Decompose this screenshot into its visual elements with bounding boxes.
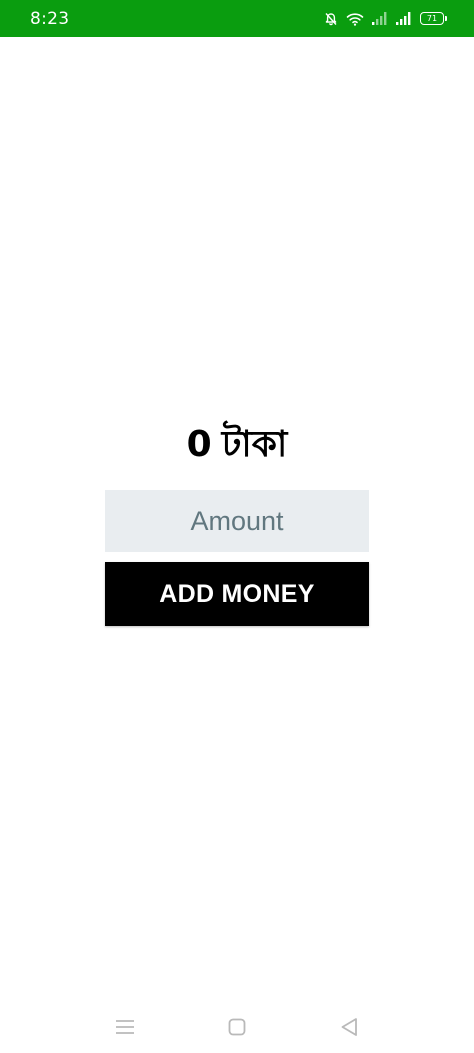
wifi-icon <box>346 12 364 26</box>
balance-currency: টাকা <box>221 424 288 465</box>
status-icons: 71 <box>324 12 447 26</box>
battery-icon: 71 <box>420 12 447 25</box>
back-triangle-icon[interactable] <box>338 1016 360 1038</box>
amount-input[interactable] <box>105 490 369 552</box>
signal-1-icon <box>372 12 388 25</box>
screen: 8:23 71 0 টাকা Amount ADD MONEY <box>0 0 474 1053</box>
menu-icon[interactable] <box>114 1016 136 1038</box>
add-money-button[interactable]: ADD MONEY <box>105 562 369 626</box>
battery-level: 71 <box>426 13 438 23</box>
bell-off-icon <box>324 12 338 26</box>
signal-2-icon <box>396 12 412 25</box>
balance-amount: 0 <box>186 424 212 465</box>
balance-display: 0 টাকা <box>0 420 474 470</box>
navigation-bar <box>0 1000 474 1053</box>
status-time: 8:23 <box>30 8 70 29</box>
home-square-icon[interactable] <box>226 1016 248 1038</box>
status-bar: 8:23 71 <box>0 0 474 37</box>
